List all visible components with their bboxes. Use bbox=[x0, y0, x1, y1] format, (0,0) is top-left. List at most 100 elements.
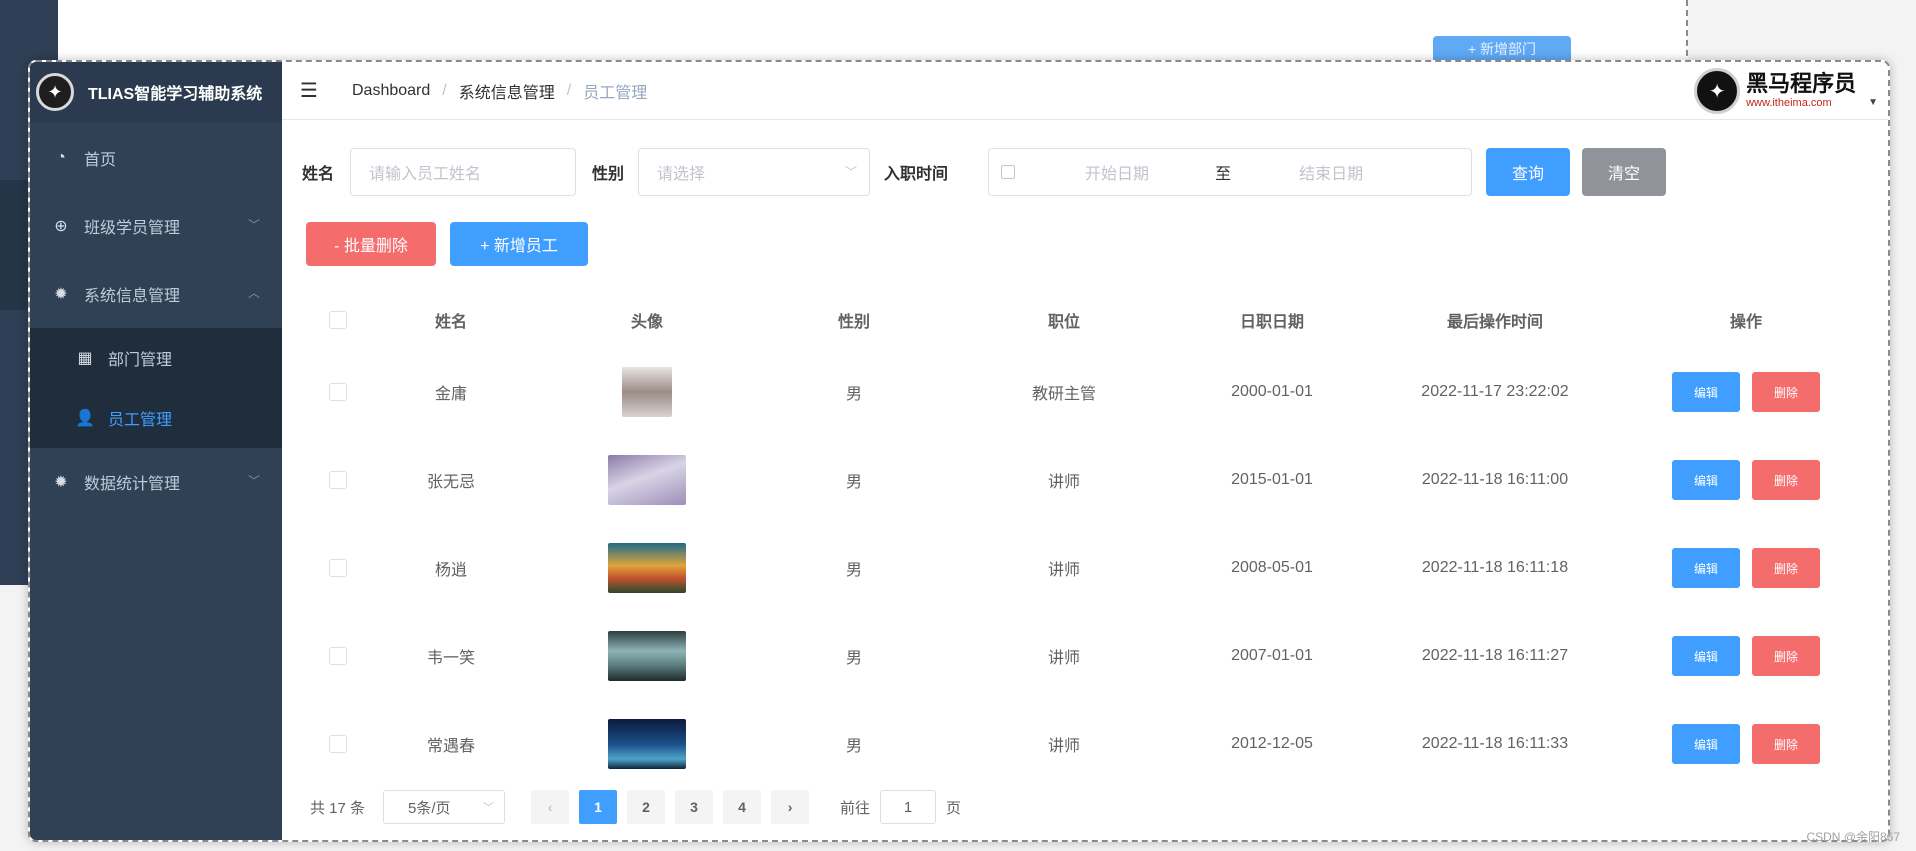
employee-table: 姓名 头像 性别 职位 日职日期 最后操作时间 操作 金庸 男 教研主管 200… bbox=[314, 292, 1872, 788]
row-checkbox-cell bbox=[314, 348, 362, 436]
app-logo-icon: ✦ bbox=[36, 73, 74, 111]
sidebar-item-label: 首页 bbox=[84, 152, 117, 169]
edit-button[interactable]: 编辑 bbox=[1672, 724, 1740, 764]
delete-button[interactable]: 删除 bbox=[1752, 724, 1820, 764]
page-size-value: 5条/页 bbox=[408, 799, 451, 817]
cell-avatar bbox=[540, 436, 754, 524]
row-checkbox[interactable] bbox=[329, 647, 347, 665]
calendar-icon bbox=[1001, 165, 1016, 179]
total-count: 共 17 条 bbox=[310, 799, 366, 817]
header-name: 姓名 bbox=[434, 314, 467, 331]
row-checkbox-cell bbox=[314, 436, 362, 524]
sidebar: ✦ TLIAS智能学习辅助系统 ◔ 首页 ⊕ 班级学员管理 ﹀ ✹ 系统信息管理… bbox=[30, 62, 282, 840]
cell-update-time: 2022-11-18 16:11:27 bbox=[1421, 647, 1569, 664]
sidebar-submenu: ▦ 部门管理 👤 员工管理 bbox=[30, 328, 282, 448]
cell-job: 讲师 bbox=[1047, 650, 1080, 667]
delete-button[interactable]: 删除 bbox=[1752, 460, 1820, 500]
cell-gender: 男 bbox=[845, 386, 862, 403]
cell-avatar bbox=[540, 700, 754, 788]
cell-entry-date: 2015-01-01 bbox=[1231, 471, 1313, 488]
cell-update-time: 2022-11-18 16:11:33 bbox=[1421, 735, 1569, 752]
header: ☰ Dashboard / 系统信息管理 / 员工管理 ✦ 黑马程序员 www.… bbox=[282, 62, 1888, 120]
cell-gender: 男 bbox=[845, 738, 862, 755]
sidebar-item-employee[interactable]: 👤 员工管理 bbox=[30, 388, 282, 448]
brand-text: 黑马程序员 www.itheima.com bbox=[1746, 72, 1856, 110]
brand-url: www.itheima.com bbox=[1746, 97, 1832, 109]
row-checkbox[interactable] bbox=[329, 383, 347, 401]
page-4-button[interactable]: 4 bbox=[723, 790, 762, 824]
name-label: 姓名 bbox=[302, 166, 335, 183]
name-input[interactable]: 请输入员工姓名 bbox=[350, 148, 577, 196]
add-employee-button[interactable]: + 新增员工 bbox=[450, 222, 588, 266]
cell-operations: 编辑 删除 bbox=[1620, 700, 1872, 788]
user-icon: 👤 bbox=[75, 410, 95, 427]
sidebar-item-department[interactable]: ▦ 部门管理 bbox=[30, 328, 282, 388]
clear-button[interactable]: 清空 bbox=[1582, 148, 1667, 196]
chevron-down-icon: ﹀ bbox=[845, 165, 858, 179]
goto-page-input[interactable]: 1 bbox=[880, 790, 937, 824]
brand-name: 黑马程序员 bbox=[1746, 71, 1857, 96]
cell-operations: 编辑 删除 bbox=[1620, 612, 1872, 700]
table-row: 张无忌 男 讲师 2015-01-01 2022-11-18 16:11:00 … bbox=[314, 436, 1872, 524]
cell-name: 金庸 bbox=[434, 386, 467, 403]
sidebar-item-statistics[interactable]: ✹ 数据统计管理 ﹀ bbox=[30, 448, 282, 516]
gear-icon: ✹ bbox=[54, 286, 68, 303]
start-date-placeholder: 开始日期 bbox=[1085, 166, 1150, 183]
batch-delete-button[interactable]: - 批量删除 bbox=[306, 222, 436, 266]
header-operations: 操作 bbox=[1729, 314, 1762, 331]
cell-gender: 男 bbox=[845, 474, 862, 491]
sidebar-item-home[interactable]: ◔ 首页 bbox=[30, 124, 282, 192]
page-size-select[interactable]: 5条/页 ﹀ bbox=[383, 790, 506, 824]
cell-update-time: 2022-11-18 16:11:18 bbox=[1421, 559, 1569, 576]
app-title: TLIAS智能学习辅助系统 bbox=[88, 86, 263, 103]
gender-select[interactable]: 请选择 ﹀ bbox=[638, 148, 871, 196]
cell-job: 讲师 bbox=[1047, 738, 1080, 755]
row-checkbox[interactable] bbox=[329, 471, 347, 489]
table-row: 金庸 男 教研主管 2000-01-01 2022-11-17 23:22:02… bbox=[314, 348, 1872, 436]
query-button[interactable]: 查询 bbox=[1486, 148, 1571, 196]
delete-button[interactable]: 删除 bbox=[1752, 548, 1820, 588]
page-1-button[interactable]: 1 bbox=[579, 790, 618, 824]
edit-button[interactable]: 编辑 bbox=[1672, 372, 1740, 412]
row-checkbox[interactable] bbox=[329, 559, 347, 577]
table-row: 常遇春 男 讲师 2012-12-05 2022-11-18 16:11:33 … bbox=[314, 700, 1872, 788]
sidebar-item-system-info[interactable]: ✹ 系统信息管理 ︿ bbox=[30, 260, 282, 328]
cell-operations: 编辑 删除 bbox=[1620, 524, 1872, 612]
page-3-button[interactable]: 3 bbox=[675, 790, 714, 824]
caret-down-icon[interactable]: ▼ bbox=[1868, 97, 1878, 108]
row-checkbox-cell bbox=[314, 612, 362, 700]
cell-name: 张无忌 bbox=[426, 474, 475, 491]
cell-name: 韦一笑 bbox=[426, 650, 475, 667]
page-2-button[interactable]: 2 bbox=[627, 790, 666, 824]
cell-entry-date: 2000-01-01 bbox=[1231, 383, 1313, 400]
cell-update-time: 2022-11-18 16:11:00 bbox=[1421, 471, 1569, 488]
delete-button[interactable]: 删除 bbox=[1752, 372, 1820, 412]
breadcrumb-dashboard[interactable]: Dashboard bbox=[352, 82, 430, 100]
date-range-picker[interactable]: 开始日期 至 结束日期 bbox=[988, 148, 1473, 196]
cell-gender: 男 bbox=[845, 650, 862, 667]
header-job: 职位 bbox=[1047, 314, 1080, 331]
cell-avatar bbox=[540, 612, 754, 700]
prev-page-button[interactable]: ‹ bbox=[531, 790, 570, 824]
user-brand[interactable]: ✦ 黑马程序员 www.itheima.com ▼ bbox=[1694, 68, 1878, 114]
edit-button[interactable]: 编辑 bbox=[1672, 636, 1740, 676]
cell-entry-date: 2012-12-05 bbox=[1231, 735, 1313, 752]
edit-button[interactable]: 编辑 bbox=[1672, 548, 1740, 588]
delete-button[interactable]: 删除 bbox=[1752, 636, 1820, 676]
select-all-checkbox[interactable] bbox=[329, 311, 347, 329]
sidebar-item-label: 数据统计管理 bbox=[84, 476, 181, 493]
cell-job: 讲师 bbox=[1047, 562, 1080, 579]
row-checkbox[interactable] bbox=[329, 735, 347, 753]
edit-button[interactable]: 编辑 bbox=[1672, 460, 1740, 500]
next-page-button[interactable]: › bbox=[771, 790, 810, 824]
hamburger-icon[interactable]: ☰ bbox=[300, 78, 322, 103]
logo-area: ✦ TLIAS智能学习辅助系统 bbox=[30, 62, 282, 122]
plus-circle-icon: ⊕ bbox=[54, 218, 68, 235]
cell-name: 常遇春 bbox=[426, 738, 475, 755]
date-separator: 至 bbox=[1215, 166, 1232, 183]
brand-logo-icon: ✦ bbox=[1694, 68, 1741, 114]
avatar-image bbox=[608, 543, 686, 593]
breadcrumb-separator: / bbox=[442, 81, 447, 99]
sidebar-item-label: 员工管理 bbox=[108, 412, 173, 429]
sidebar-item-class-student[interactable]: ⊕ 班级学员管理 ﹀ bbox=[30, 192, 282, 260]
